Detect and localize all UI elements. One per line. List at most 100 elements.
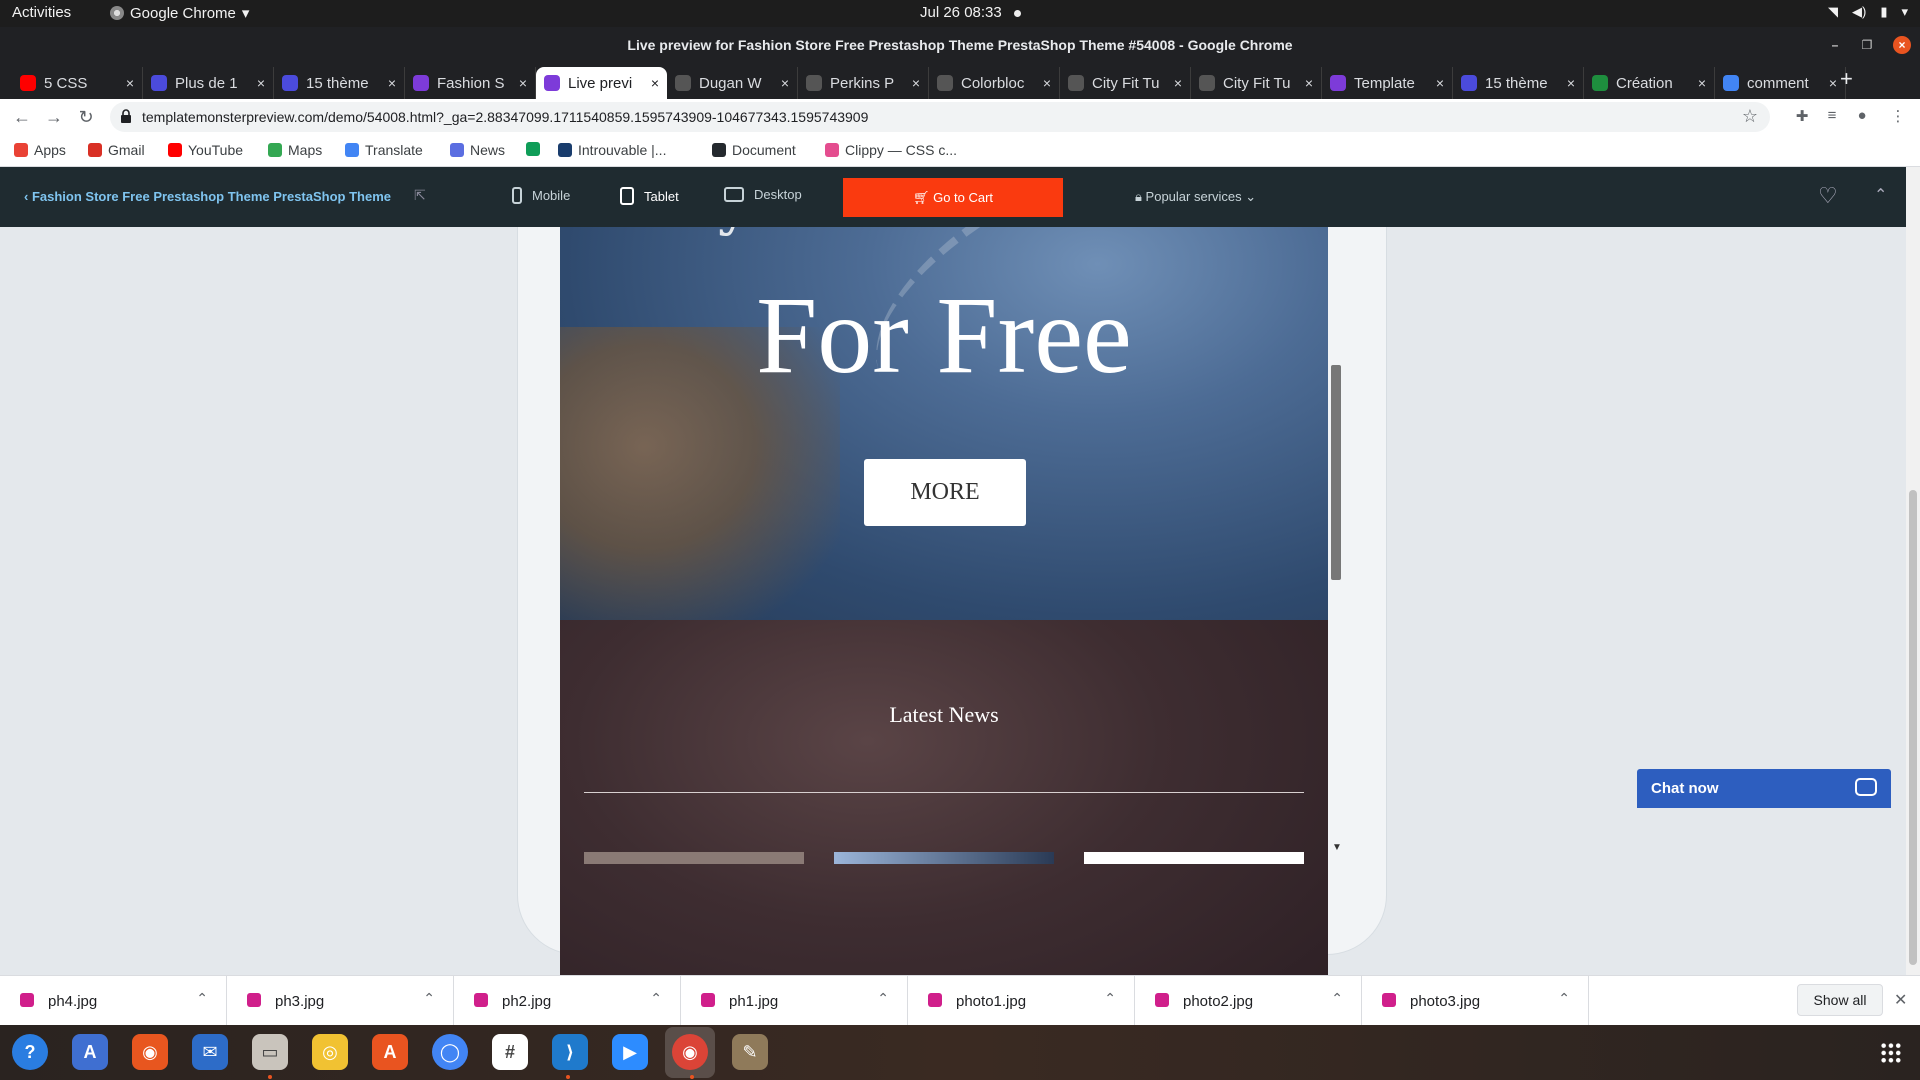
download-item[interactable]: photo2.jpg ⌃ (1135, 976, 1362, 1026)
files-icon[interactable]: ▭ (252, 1034, 288, 1070)
address-bar[interactable]: templatemonsterpreview.com/demo/54008.ht… (110, 102, 1770, 132)
back-icon[interactable]: ← (10, 105, 34, 129)
system-tray[interactable]: ◥ ◀) ▮ ▾ (1828, 4, 1908, 20)
heart-icon[interactable]: ♡ (1818, 183, 1838, 209)
minimize-icon[interactable]: – (1826, 36, 1844, 54)
tablet-view-button[interactable]: Tablet (620, 187, 679, 205)
chevron-up-icon[interactable]: ⌃ (423, 990, 435, 1007)
menu-kebab-icon[interactable]: ⋮ (1888, 107, 1908, 127)
translate-app-icon[interactable]: A (72, 1034, 108, 1070)
tab-2[interactable]: Plus de 1 × (143, 67, 274, 99)
chromium-icon[interactable]: ◯ (432, 1034, 468, 1070)
bookmark-document[interactable]: Document (712, 142, 796, 158)
back-to-product-link[interactable]: ‹ Fashion Store Free Prestashop Theme Pr… (24, 189, 391, 204)
bookmark-youtube[interactable]: YouTube (168, 142, 243, 158)
tab-11[interactable]: Template × (1322, 67, 1453, 99)
tab-13[interactable]: Création × (1584, 67, 1715, 99)
new-tab-icon[interactable]: + (1840, 66, 1853, 92)
tab-14[interactable]: comment × (1715, 67, 1846, 99)
profile-avatar-icon[interactable]: ● (1852, 107, 1872, 127)
bookmark-maps[interactable]: Maps (268, 142, 322, 158)
chevron-up-icon[interactable]: ⌃ (650, 990, 662, 1007)
close-tab-icon[interactable]: × (519, 75, 527, 91)
bookmark-translate[interactable]: Translate (345, 142, 423, 158)
close-tab-icon[interactable]: × (1174, 75, 1182, 91)
slack-icon[interactable]: # (492, 1034, 528, 1070)
tab-7[interactable]: Perkins P × (798, 67, 929, 99)
extensions-icon[interactable]: ✚ (1792, 107, 1812, 127)
download-item[interactable]: ph4.jpg ⌃ (0, 976, 227, 1026)
close-downloads-icon[interactable]: ✕ (1894, 990, 1907, 1010)
mobile-view-button[interactable]: Mobile (512, 187, 570, 204)
download-item[interactable]: photo3.jpg ⌃ (1362, 976, 1589, 1026)
tab-10[interactable]: City Fit Tu × (1191, 67, 1322, 99)
close-tab-icon[interactable]: × (651, 75, 659, 91)
close-window-icon[interactable]: × (1893, 36, 1911, 54)
tab-9[interactable]: City Fit Tu × (1060, 67, 1191, 99)
gimp-icon[interactable]: ✎ (732, 1034, 768, 1070)
scroll-down-arrow-icon[interactable]: ▼ (1332, 842, 1342, 853)
frame-scrollbar-thumb[interactable] (1331, 365, 1341, 580)
close-tab-icon[interactable]: × (1567, 75, 1575, 91)
reload-icon[interactable]: ↻ (74, 105, 98, 129)
go-to-cart-button[interactable]: 🛒︎ Go to Cart (843, 178, 1063, 217)
zoom-icon[interactable]: ▶ (612, 1034, 648, 1070)
bookmark-news[interactable]: News (450, 142, 505, 158)
news-thumbnail[interactable] (1084, 852, 1304, 864)
clock[interactable]: Jul 26 08:33 (920, 4, 1002, 21)
tab-6[interactable]: Dugan W × (667, 67, 798, 99)
download-item[interactable]: ph1.jpg ⌃ (681, 976, 908, 1026)
chevron-up-icon[interactable]: ⌃ (1331, 990, 1343, 1007)
show-all-button[interactable]: Show all (1797, 984, 1883, 1016)
thunderbird-icon[interactable]: ✉ (192, 1034, 228, 1070)
close-tab-icon[interactable]: × (781, 75, 789, 91)
forward-icon[interactable]: → (42, 105, 66, 129)
close-tab-icon[interactable]: × (1043, 75, 1051, 91)
close-tab-icon[interactable]: × (126, 75, 134, 91)
popular-services-dropdown[interactable]: 🔒︎ Popular services ⌄ (1135, 189, 1256, 205)
download-item[interactable]: ph2.jpg ⌃ (454, 976, 681, 1026)
tab-8[interactable]: Colorbloc × (929, 67, 1060, 99)
chevron-up-icon[interactable]: ⌃ (877, 990, 889, 1007)
close-tab-icon[interactable]: × (1305, 75, 1313, 91)
close-tab-icon[interactable]: × (1829, 75, 1837, 91)
vscode-icon[interactable]: ⟩ (552, 1034, 588, 1070)
media-control-icon[interactable]: ≡ (1822, 107, 1842, 127)
chrome-icon[interactable]: ◉ (672, 1034, 708, 1070)
close-tab-icon[interactable]: × (1436, 75, 1444, 91)
chat-now-widget[interactable]: Chat now (1637, 769, 1891, 808)
close-tab-icon[interactable]: × (257, 75, 265, 91)
tab-1[interactable]: 5 CSS × (12, 67, 143, 99)
download-item[interactable]: ph3.jpg ⌃ (227, 976, 454, 1026)
external-link-icon[interactable]: ⇱ (414, 187, 426, 204)
chevron-up-icon[interactable]: ⌃ (1558, 990, 1570, 1007)
chevron-up-icon[interactable]: ⌃ (1104, 990, 1116, 1007)
tab-5[interactable]: Live previ × (536, 67, 667, 99)
software-center-icon[interactable]: A (372, 1034, 408, 1070)
show-applications-icon[interactable] (1880, 1042, 1902, 1064)
news-thumbnail[interactable] (584, 852, 804, 864)
bookmark-gmail[interactable]: Gmail (88, 142, 145, 158)
bookmark-star-icon[interactable]: ☆ (1742, 106, 1758, 127)
bookmark-drive[interactable] (526, 142, 540, 156)
maximize-icon[interactable]: ❐ (1858, 36, 1876, 54)
tab-12[interactable]: 15 thème × (1453, 67, 1584, 99)
firefox-icon[interactable]: ◉ (132, 1034, 168, 1070)
activities-button[interactable]: Activities (12, 4, 71, 21)
chevron-up-icon[interactable]: ⌃ (1874, 185, 1887, 205)
download-item[interactable]: photo1.jpg ⌃ (908, 976, 1135, 1026)
tab-3[interactable]: 15 thème × (274, 67, 405, 99)
close-tab-icon[interactable]: × (912, 75, 920, 91)
tab-4[interactable]: Fashion S × (405, 67, 536, 99)
app-menu[interactable]: Google Chrome ▾ (110, 4, 249, 22)
bookmark-introuvable[interactable]: Introuvable |... (558, 142, 666, 158)
help-icon[interactable]: ? (12, 1034, 48, 1070)
rhythmbox-icon[interactable]: ◎ (312, 1034, 348, 1070)
close-tab-icon[interactable]: × (388, 75, 396, 91)
close-tab-icon[interactable]: × (1698, 75, 1706, 91)
desktop-view-button[interactable]: Desktop (724, 187, 802, 202)
more-button[interactable]: MORE (864, 459, 1026, 526)
bookmark-clippy-css-c[interactable]: Clippy — CSS c... (825, 142, 957, 158)
news-thumbnail[interactable] (834, 852, 1054, 864)
bookmark-apps[interactable]: Apps (14, 142, 66, 158)
